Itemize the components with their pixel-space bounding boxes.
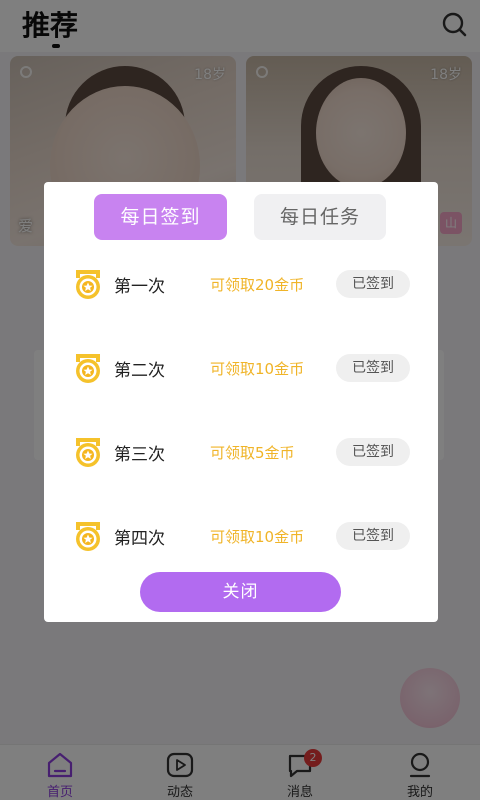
checkin-reward: 可领取20金币	[210, 276, 305, 294]
coin-medal-icon	[76, 270, 100, 299]
checkin-row: 第三次 可领取5金币 已签到	[72, 430, 412, 470]
checkin-label: 第四次	[114, 529, 165, 549]
checkin-reward: 可领取10金币	[210, 360, 305, 378]
checkin-dialog: 每日签到 每日任务 第一次 可领取20金币 已签到 第二次 可领取10金币 已签…	[44, 182, 438, 622]
checkin-row: 第二次 可领取10金币 已签到	[72, 346, 412, 386]
checkin-status-button[interactable]: 已签到	[336, 270, 410, 298]
coin-medal-icon	[76, 522, 100, 551]
tab-daily-tasks[interactable]: 每日任务	[254, 194, 386, 240]
coin-medal-icon	[76, 354, 100, 383]
checkin-row: 第一次 可领取20金币 已签到	[72, 262, 412, 302]
checkin-status-button[interactable]: 已签到	[336, 438, 410, 466]
checkin-label: 第二次	[114, 361, 165, 381]
checkin-status-button[interactable]: 已签到	[336, 354, 410, 382]
checkin-reward: 可领取10金币	[210, 528, 305, 546]
checkin-row: 第四次 可领取10金币 已签到	[72, 514, 412, 554]
checkin-label: 第三次	[114, 445, 165, 465]
app-screen: 推荐 18岁 爱 18岁 山 首页	[0, 0, 480, 800]
checkin-label: 第一次	[114, 277, 165, 297]
coin-medal-icon	[76, 438, 100, 467]
close-button[interactable]: 关闭	[140, 572, 341, 612]
checkin-status-button[interactable]: 已签到	[336, 522, 410, 550]
tab-daily-checkin[interactable]: 每日签到	[94, 194, 227, 240]
checkin-reward: 可领取5金币	[210, 444, 295, 462]
